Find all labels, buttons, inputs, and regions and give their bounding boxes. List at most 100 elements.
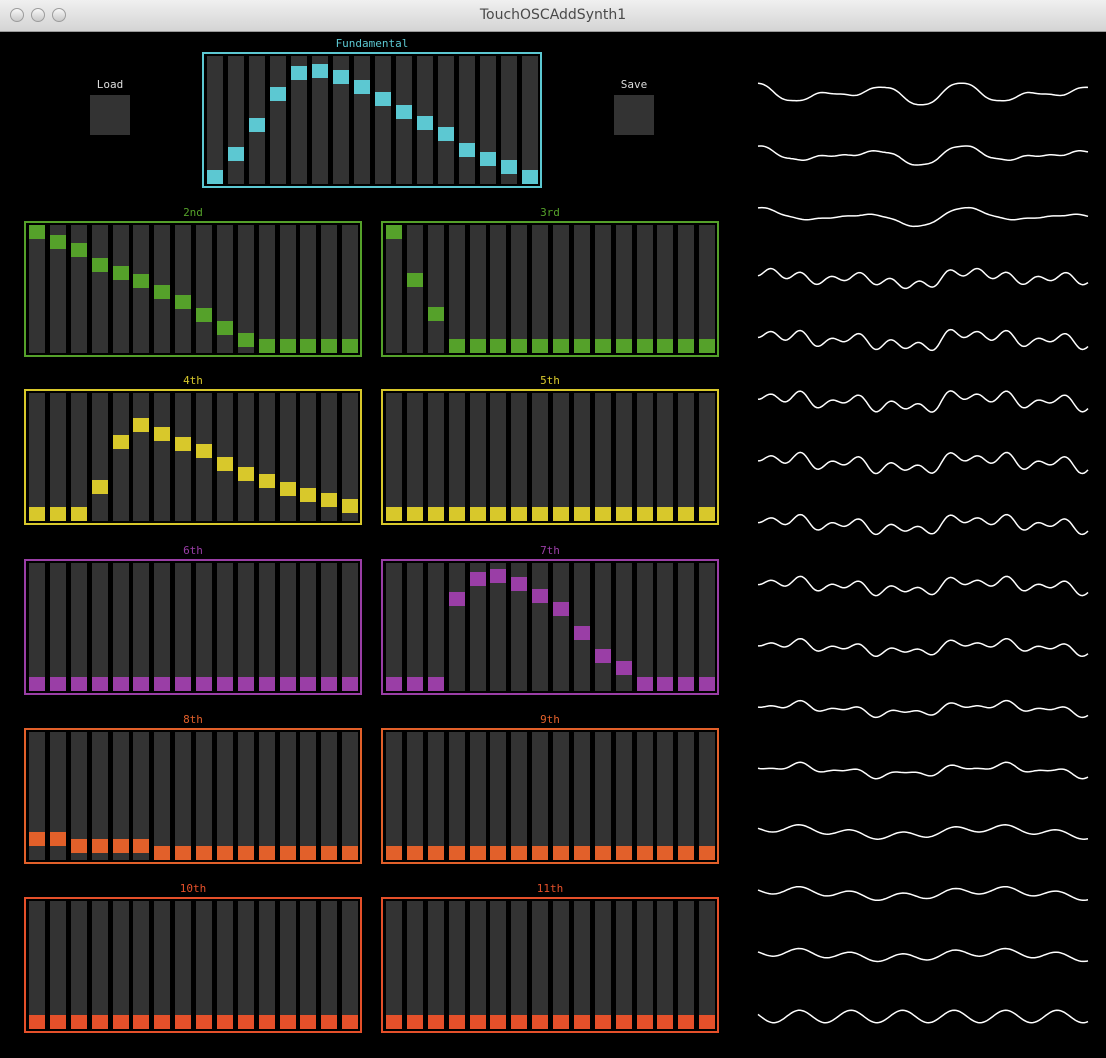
slider-column[interactable] bbox=[678, 901, 695, 1029]
slider-handle[interactable] bbox=[196, 677, 212, 691]
slider-handle[interactable] bbox=[417, 116, 433, 131]
slider-column[interactable] bbox=[615, 732, 632, 860]
slider-handle[interactable] bbox=[573, 339, 590, 353]
slider-handle[interactable] bbox=[300, 487, 317, 502]
slider-handle[interactable] bbox=[532, 589, 549, 604]
slider-column[interactable] bbox=[459, 56, 475, 184]
slider-handle[interactable] bbox=[279, 677, 296, 691]
slider-handle[interactable] bbox=[678, 846, 695, 860]
slider-handle[interactable] bbox=[699, 846, 716, 860]
slider-column[interactable] bbox=[699, 225, 716, 353]
multislider-2nd[interactable] bbox=[24, 221, 362, 357]
slider-handle[interactable] bbox=[469, 1015, 486, 1029]
slider-handle[interactable] bbox=[237, 846, 254, 860]
slider-handle[interactable] bbox=[49, 507, 66, 521]
slider-handle[interactable] bbox=[321, 1015, 338, 1029]
slider-column[interactable] bbox=[636, 563, 653, 691]
slider-column[interactable] bbox=[532, 393, 549, 521]
slider-column[interactable] bbox=[615, 393, 632, 521]
slider-column[interactable] bbox=[321, 563, 338, 691]
slider-column[interactable] bbox=[657, 732, 674, 860]
slider-handle[interactable] bbox=[112, 1015, 129, 1029]
slider-column[interactable] bbox=[615, 901, 632, 1029]
slider-column[interactable] bbox=[154, 901, 171, 1029]
slider-column[interactable] bbox=[279, 901, 296, 1029]
slider-column[interactable] bbox=[532, 225, 549, 353]
slider-handle[interactable] bbox=[279, 846, 296, 860]
slider-handle[interactable] bbox=[29, 1015, 45, 1029]
slider-column[interactable] bbox=[448, 225, 465, 353]
slider-column[interactable] bbox=[154, 732, 171, 860]
slider-handle[interactable] bbox=[594, 846, 611, 860]
slider-column[interactable] bbox=[594, 563, 611, 691]
slider-column[interactable] bbox=[386, 732, 402, 860]
slider-column[interactable] bbox=[448, 393, 465, 521]
slider-handle[interactable] bbox=[154, 1015, 171, 1029]
slider-column[interactable] bbox=[342, 732, 359, 860]
slider-column[interactable] bbox=[300, 732, 317, 860]
slider-handle[interactable] bbox=[406, 677, 423, 691]
slider-column[interactable] bbox=[49, 393, 66, 521]
slider-handle[interactable] bbox=[678, 339, 695, 353]
slider-column[interactable] bbox=[490, 393, 507, 521]
slider-column[interactable] bbox=[237, 393, 254, 521]
slider-handle[interactable] bbox=[207, 170, 223, 184]
slider-handle[interactable] bbox=[216, 1015, 233, 1029]
slider-handle[interactable] bbox=[112, 266, 129, 281]
slider-column[interactable] bbox=[678, 393, 695, 521]
slider-column[interactable] bbox=[469, 901, 486, 1029]
slider-handle[interactable] bbox=[216, 456, 233, 471]
slider-handle[interactable] bbox=[427, 677, 444, 691]
slider-column[interactable] bbox=[438, 56, 454, 184]
slider-handle[interactable] bbox=[342, 499, 359, 514]
multislider-fundamental[interactable] bbox=[202, 52, 542, 188]
slider-column[interactable] bbox=[511, 225, 528, 353]
slider-handle[interactable] bbox=[573, 1015, 590, 1029]
slider-handle[interactable] bbox=[386, 846, 402, 860]
slider-handle[interactable] bbox=[448, 591, 465, 606]
slider-column[interactable] bbox=[396, 56, 412, 184]
slider-handle[interactable] bbox=[657, 507, 674, 521]
slider-column[interactable] bbox=[342, 563, 359, 691]
slider-column[interactable] bbox=[279, 225, 296, 353]
slider-handle[interactable] bbox=[636, 846, 653, 860]
slider-column[interactable] bbox=[678, 225, 695, 353]
slider-handle[interactable] bbox=[469, 507, 486, 521]
slider-column[interactable] bbox=[133, 563, 150, 691]
slider-column[interactable] bbox=[448, 563, 465, 691]
slider-handle[interactable] bbox=[448, 846, 465, 860]
slider-handle[interactable] bbox=[615, 846, 632, 860]
slider-handle[interactable] bbox=[175, 437, 192, 452]
slider-column[interactable] bbox=[91, 901, 108, 1029]
slider-handle[interactable] bbox=[573, 507, 590, 521]
slider-column[interactable] bbox=[321, 225, 338, 353]
slider-column[interactable] bbox=[594, 901, 611, 1029]
slider-column[interactable] bbox=[657, 225, 674, 353]
slider-column[interactable] bbox=[91, 563, 108, 691]
slider-handle[interactable] bbox=[258, 846, 275, 860]
slider-column[interactable] bbox=[133, 901, 150, 1029]
slider-handle[interactable] bbox=[70, 839, 87, 854]
slider-handle[interactable] bbox=[532, 1015, 549, 1029]
slider-handle[interactable] bbox=[490, 507, 507, 521]
slider-column[interactable] bbox=[91, 225, 108, 353]
slider-column[interactable] bbox=[279, 563, 296, 691]
slider-column[interactable] bbox=[154, 393, 171, 521]
slider-handle[interactable] bbox=[175, 846, 192, 860]
slider-handle[interactable] bbox=[511, 339, 528, 353]
slider-column[interactable] bbox=[228, 56, 244, 184]
slider-handle[interactable] bbox=[216, 846, 233, 860]
slider-handle[interactable] bbox=[112, 839, 129, 854]
slider-column[interactable] bbox=[553, 901, 569, 1029]
slider-handle[interactable] bbox=[406, 846, 423, 860]
multislider-10th[interactable] bbox=[24, 897, 362, 1033]
slider-handle[interactable] bbox=[386, 1015, 402, 1029]
slider-column[interactable] bbox=[406, 563, 423, 691]
slider-column[interactable] bbox=[216, 732, 233, 860]
slider-handle[interactable] bbox=[511, 576, 528, 591]
slider-handle[interactable] bbox=[678, 507, 695, 521]
slider-column[interactable] bbox=[657, 563, 674, 691]
slider-handle[interactable] bbox=[154, 677, 171, 691]
slider-column[interactable] bbox=[636, 732, 653, 860]
slider-column[interactable] bbox=[279, 393, 296, 521]
